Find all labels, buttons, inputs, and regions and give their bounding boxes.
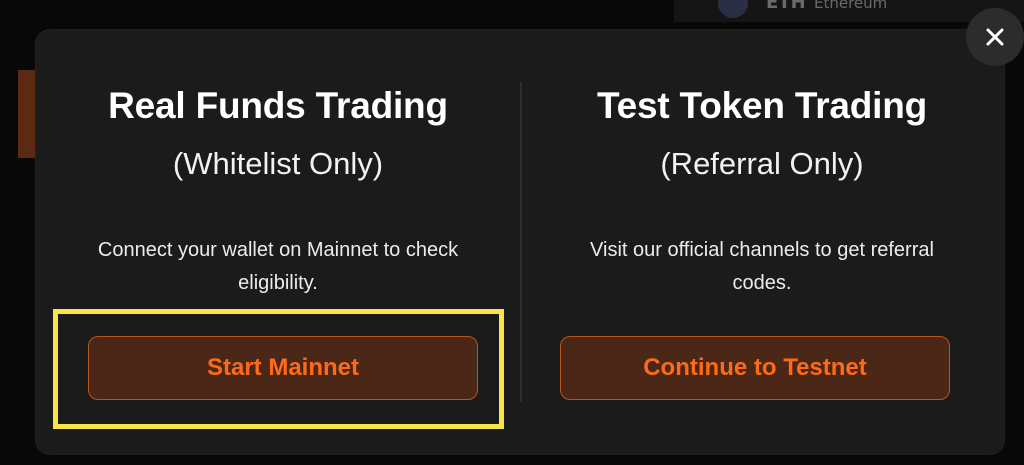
test-token-subtitle: (Referral Only) [660,146,864,181]
real-funds-section: Real Funds Trading (Whitelist Only) Conn… [36,30,520,454]
test-token-section: Test Token Trading (Referral Only) Visit… [520,30,1004,454]
test-token-description: Visit our official channels to get refer… [590,239,934,294]
real-funds-description: Connect your wallet on Mainnet to check … [97,239,459,294]
real-funds-subtitle: (Whitelist Only) [172,146,384,181]
start-mainnet-button[interactable]: Start Mainnet [88,336,478,400]
continue-to-testnet-button[interactable]: Continue to Testnet [560,336,950,400]
close-button[interactable] [966,8,1024,66]
trading-mode-modal: Real Funds Trading (Whitelist Only) Conn… [36,30,1004,454]
background-asset-name: Ethereum [814,0,888,12]
background-asset-symbol: ETH [766,0,806,13]
real-funds-title: Real Funds Trading [108,85,448,126]
test-token-title: Test Token Trading [596,85,928,126]
ethereum-icon [718,0,748,18]
close-icon [986,28,1004,46]
